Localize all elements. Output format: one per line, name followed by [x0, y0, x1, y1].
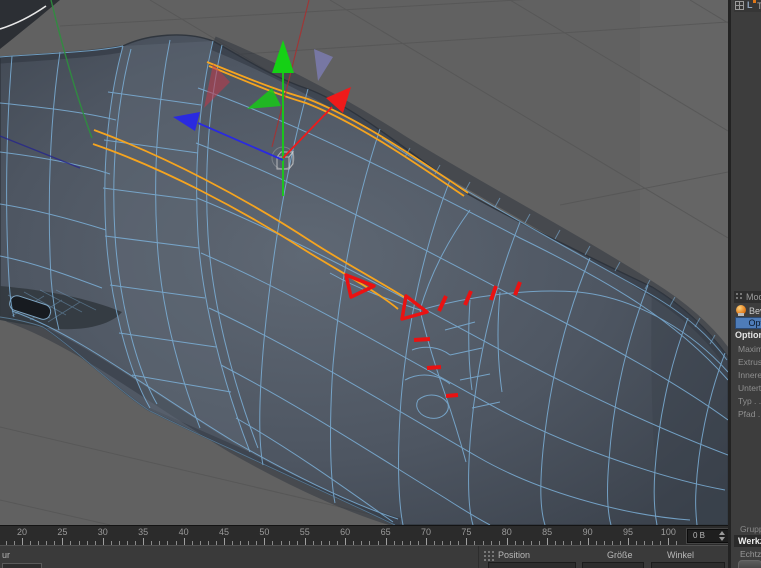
ruler-label: 25	[57, 527, 68, 537]
ruler-label: 95	[622, 527, 634, 537]
ruler-label: 75	[461, 527, 472, 537]
viewport-canvas[interactable]	[0, 0, 728, 525]
position-header: Position	[498, 550, 531, 560]
angle-input[interactable]	[651, 562, 725, 568]
attribute-field-label[interactable]: Pfad . .	[738, 409, 761, 422]
ruler-tick	[102, 538, 104, 545]
panel-tab-label[interactable]: Tr	[757, 1, 761, 11]
ruler-label: 90	[582, 527, 593, 537]
attribute-panel-header[interactable]: Mod	[734, 291, 761, 303]
ruler-tick	[264, 538, 266, 545]
status-input[interactable]	[2, 563, 42, 568]
tool-section-tab[interactable]: Werkze	[734, 535, 761, 547]
ruler-tick	[22, 538, 23, 545]
size-header: Größe	[607, 550, 633, 560]
ruler-tick	[506, 538, 508, 545]
attribute-field-label[interactable]: Unterte	[738, 383, 761, 396]
attribute-field-label[interactable]: Extrusi	[738, 357, 761, 370]
position-input[interactable]	[488, 562, 576, 568]
panel-top-tabs[interactable]: L Tr	[734, 0, 761, 12]
ruler-label: 35	[138, 527, 149, 537]
ruler-tick	[183, 538, 185, 545]
ruler-label: 50	[259, 527, 270, 537]
ruler-label: 20	[16, 527, 28, 537]
realtime-option-label[interactable]: Echtzei	[740, 549, 761, 559]
ruler-label: 45	[218, 527, 230, 537]
ruler-tick	[62, 538, 64, 545]
mode-menu-label[interactable]: Mod	[746, 292, 761, 302]
angle-header: Winkel	[667, 550, 695, 560]
ruler-tick	[304, 538, 306, 545]
panel-grip-icon[interactable]	[735, 292, 744, 301]
ruler-label: 55	[299, 527, 310, 537]
ruler-label: 100	[660, 527, 676, 537]
ruler-label: 80	[501, 527, 512, 537]
window-icon[interactable]	[735, 1, 744, 10]
ruler-tick	[345, 538, 347, 545]
ruler-label: 30	[97, 527, 108, 537]
ruler-label: 85	[542, 527, 553, 537]
ruler-label: 70	[420, 527, 432, 537]
panel-button[interactable]	[738, 560, 761, 568]
attribute-panel: L Tr Mod Bev Opt Optione MaximaExtrusiIn…	[728, 0, 761, 568]
status-bar: ur Position Größe Winkel	[0, 545, 728, 568]
panel-grip-icon[interactable]	[483, 550, 494, 561]
frame-counter-value: 0 B	[693, 531, 706, 540]
cinema4d-window: 20 25 30 35 40 45 50 55 60 65 70 75 80 85 90 95 100 0 B …	[0, 0, 761, 568]
options-section-title: Optione	[735, 330, 761, 340]
group-label: Gruppe	[740, 524, 761, 534]
frame-counter-field[interactable]: 0 B	[687, 529, 729, 543]
timeline-ruler[interactable]: 20 25 30 35 40 45 50 55 60 65 70 75 80 85 90 95 100 0 B	[0, 525, 729, 546]
ruler-label: 60	[340, 527, 351, 537]
attribute-field-label[interactable]: Typ . .	[738, 396, 761, 409]
tool-name-label: Bev	[749, 306, 761, 316]
attribute-field-label[interactable]: Innerer	[738, 370, 761, 383]
ruler-tick	[143, 538, 145, 545]
coordinate-panel: Position Größe Winkel	[478, 546, 728, 568]
layout-icon[interactable]: L	[747, 0, 756, 10]
ruler-tick	[628, 538, 629, 545]
ruler-label: 40	[178, 527, 189, 537]
stepper-icon[interactable]	[719, 531, 726, 541]
ruler-tick	[466, 538, 468, 545]
tab-options-label: Opt	[748, 318, 761, 328]
size-input[interactable]	[582, 562, 644, 568]
ruler-tick	[668, 538, 670, 545]
viewport-3d[interactable]	[0, 0, 728, 525]
attribute-field-label[interactable]: Maxima	[738, 344, 761, 357]
tab-options[interactable]: Opt	[735, 317, 761, 329]
ruler-tick	[385, 538, 387, 545]
bevel-tool-icon	[736, 305, 746, 316]
ruler-tick	[426, 538, 427, 545]
ruler-tick	[547, 538, 549, 545]
ruler-label: 65	[380, 527, 391, 537]
tool-title-row: Bev	[734, 304, 761, 317]
ruler-tick	[224, 538, 225, 545]
ruler-tick	[587, 538, 589, 545]
options-field-list: MaximaExtrusiInnererUnterteTyp . .Pfad .…	[738, 344, 761, 424]
status-text: ur	[2, 550, 11, 560]
timeline-scale[interactable]: 20 25 30 35 40 45 50 55 60 65 70 75 80 85 90 95 100	[0, 526, 686, 546]
